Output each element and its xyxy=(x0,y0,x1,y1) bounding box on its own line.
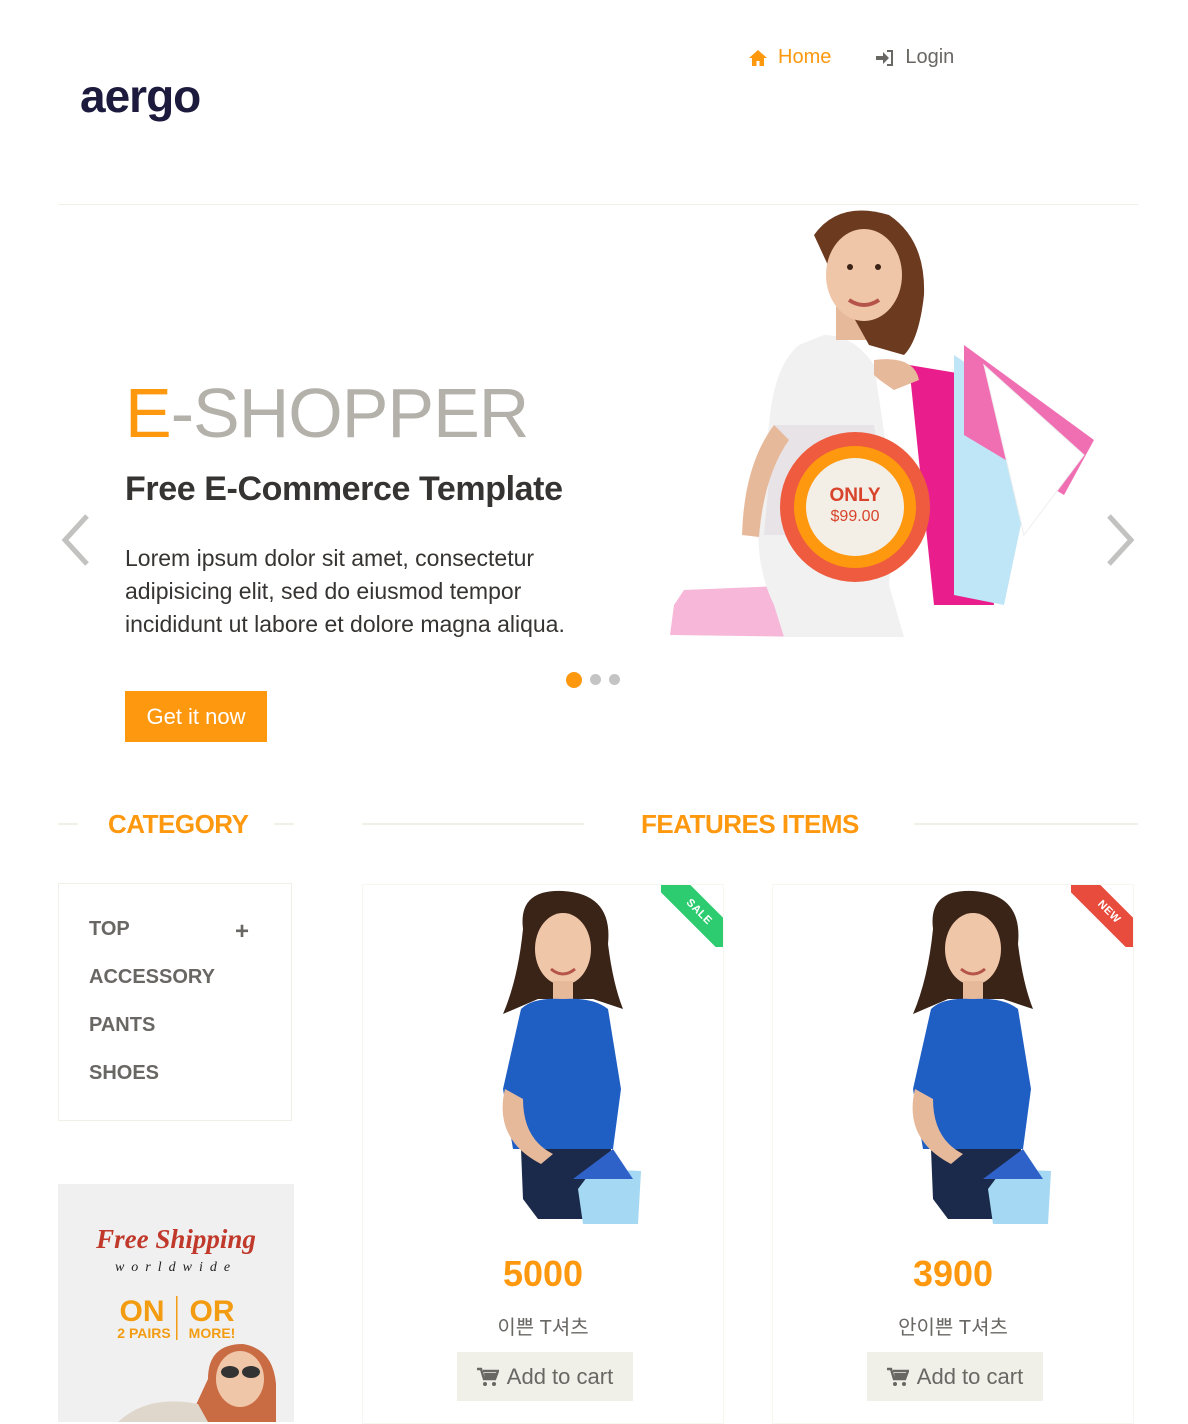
product-name[interactable]: 이쁜 T셔츠 xyxy=(363,1311,723,1340)
aergo-logo: aergo xyxy=(80,72,201,122)
expand-plus-icon[interactable]: + xyxy=(235,918,249,946)
slider-prev-button[interactable] xyxy=(56,510,96,570)
badge-price: $99.00 xyxy=(830,508,880,526)
category-title: CATEGORY xyxy=(108,809,249,839)
add-to-cart-label: Add to cart xyxy=(506,1363,614,1389)
add-to-cart-button[interactable]: Add to cart xyxy=(867,1352,1043,1401)
features-title-line-right xyxy=(914,823,1138,825)
free-shipping-banner[interactable]: Free Shipping worldwide ON OR 2 PAIRS MO… xyxy=(58,1184,294,1422)
site-logo[interactable]: aergo xyxy=(80,72,230,134)
product-price: 3900 xyxy=(912,1253,994,1294)
category-title-line-right xyxy=(274,823,294,825)
hero-subtitle: Free E-Commerce Template xyxy=(125,470,563,508)
product-card: SALE 5000 이쁜 T셔츠 Add to cart xyxy=(362,884,724,1424)
nav-home-label: Home xyxy=(778,46,832,68)
category-panel: TOP + ACCESSORY PANTS SHOES xyxy=(58,883,292,1121)
product-name[interactable]: 안이쁜 T셔츠 xyxy=(773,1311,1133,1340)
product-image[interactable] xyxy=(463,889,663,1224)
add-to-cart-label: Add to cart xyxy=(916,1363,1024,1389)
slider-dot-2[interactable] xyxy=(590,674,601,685)
sale-ribbon: SALE xyxy=(661,885,723,947)
chevron-right-icon xyxy=(1107,514,1135,566)
main-nav: Home Login xyxy=(748,46,954,69)
category-item-pants[interactable]: PANTS xyxy=(89,1014,155,1037)
hero-description: Lorem ipsum dolor sit amet, consectetur … xyxy=(125,545,565,637)
slider-indicators xyxy=(566,671,620,688)
category-item-shoes[interactable]: SHOES xyxy=(89,1062,159,1085)
slider-dot-1[interactable] xyxy=(566,671,582,688)
slider-dot-3[interactable] xyxy=(609,674,620,685)
hero-title: E-SHOPPER xyxy=(125,374,529,452)
svg-text:Free Shipping: Free Shipping xyxy=(95,1224,256,1254)
product-card: NEW 3900 안이쁜 T셔츠 Add to cart xyxy=(772,884,1134,1424)
get-it-now-button[interactable]: Get it now xyxy=(125,691,267,742)
category-item-top[interactable]: TOP xyxy=(89,918,130,941)
svg-text:MORE!: MORE! xyxy=(189,1325,236,1341)
product-price: 5000 xyxy=(502,1253,584,1294)
svg-text:worldwide: worldwide xyxy=(115,1260,237,1275)
nav-login[interactable]: Login xyxy=(875,46,954,69)
svg-text:2 PAIRS: 2 PAIRS xyxy=(117,1325,170,1341)
new-ribbon: NEW xyxy=(1071,885,1133,947)
category-item-accessory[interactable]: ACCESSORY xyxy=(89,966,215,989)
features-title: FEATURES ITEMS xyxy=(641,809,859,839)
category-title-line-left xyxy=(58,823,78,825)
nav-login-label: Login xyxy=(905,46,955,68)
ribbon-label: SALE xyxy=(661,885,723,947)
features-title-line-left xyxy=(362,823,584,825)
add-to-cart-button[interactable]: Add to cart xyxy=(457,1352,633,1401)
login-icon xyxy=(875,49,895,67)
svg-text:aergo: aergo xyxy=(80,72,200,122)
chevron-left-icon xyxy=(61,514,89,566)
product-image[interactable] xyxy=(873,889,1073,1224)
slider-next-button[interactable] xyxy=(1100,510,1140,570)
ribbon-label: NEW xyxy=(1071,885,1133,947)
nav-home[interactable]: Home xyxy=(748,46,831,69)
cart-icon xyxy=(476,1367,499,1386)
svg-text:OR: OR xyxy=(190,1295,235,1328)
badge-label: ONLY xyxy=(829,485,881,507)
cart-icon xyxy=(886,1367,909,1386)
price-badge: ONLY $99.00 xyxy=(780,432,930,582)
home-icon xyxy=(748,49,768,67)
svg-text:ON: ON xyxy=(120,1295,165,1328)
